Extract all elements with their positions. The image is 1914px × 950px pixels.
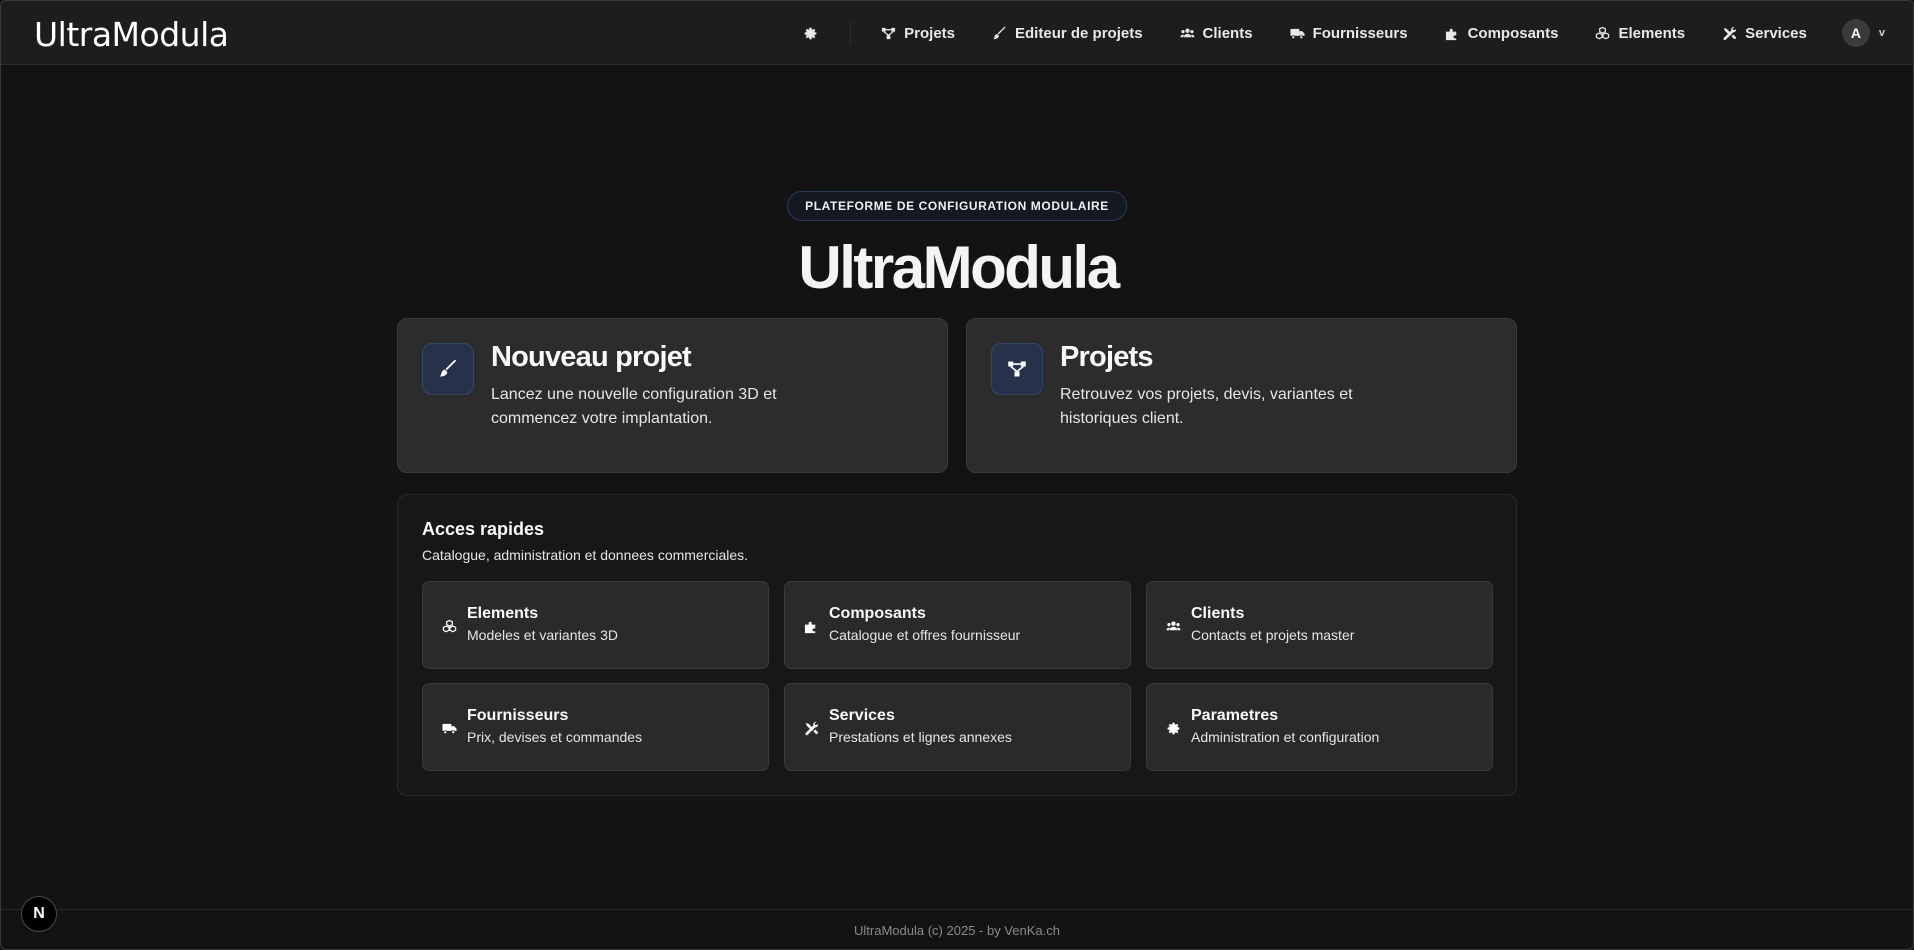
cubes-icon — [441, 618, 457, 634]
top-navbar: UltraModula Projets Editeur de projets C… — [1, 1, 1913, 65]
tile-title: Clients — [1191, 605, 1245, 622]
puzzle-icon — [803, 618, 819, 634]
quick-link-elements[interactable]: Elements Modeles et variantes 3D — [422, 581, 769, 669]
diagram-icon — [882, 27, 896, 39]
nav-item-projets[interactable]: Projets — [881, 25, 955, 42]
nav-item-label: Fournisseurs — [1312, 24, 1408, 42]
tile-title: Parametres — [1191, 707, 1279, 724]
gear-icon[interactable] — [800, 23, 820, 43]
nav-item-label: Projets — [904, 24, 956, 42]
page-title: UltraModula — [798, 234, 1120, 301]
tile-description: Catalogue et offres fournisseur — [829, 627, 1021, 643]
tools-icon — [803, 720, 819, 736]
gear-icon — [1165, 720, 1181, 736]
tile-title: Elements — [467, 605, 539, 622]
platform-badge: PLATEFORME DE CONFIGURATION MODULAIRE — [787, 191, 1127, 221]
brand-logo[interactable]: UltraModula — [34, 15, 229, 54]
card-title: Projets — [1060, 341, 1154, 373]
main-nav: Projets Editeur de projets Clients Fourn… — [800, 1, 1885, 65]
puzzle-icon — [1445, 28, 1456, 40]
card-description: Lancez une nouvelle configuration 3D et … — [491, 386, 777, 427]
quick-link-parametres[interactable]: Parametres Administration et configurati… — [1146, 683, 1493, 771]
nav-item-editeur[interactable]: Editeur de projets — [992, 25, 1143, 42]
truck-icon — [1290, 28, 1305, 39]
nav-item-label: Editeur de projets — [1015, 24, 1143, 42]
nav-item-label: Composants — [1467, 24, 1559, 42]
users-icon — [1165, 618, 1181, 634]
app-window: UltraModula Projets Editeur de projets C… — [0, 0, 1914, 950]
quick-link-composants[interactable]: Composants Catalogue et offres fournisse… — [784, 581, 1131, 669]
nav-item-clients[interactable]: Clients — [1180, 25, 1253, 42]
card-title: Nouveau projet — [491, 341, 692, 373]
nav-item-label: Services — [1745, 24, 1807, 42]
quick-link-services[interactable]: Services Prestations et lignes annexes — [784, 683, 1131, 771]
tile-title: Fournisseurs — [467, 707, 569, 724]
tile-description: Modeles et variantes 3D — [467, 627, 618, 643]
tile-description: Prestations et lignes annexes — [829, 729, 1012, 745]
nav-item-services[interactable]: Services — [1722, 25, 1807, 42]
nav-item-label: Elements — [1618, 24, 1686, 42]
dev-tools-button[interactable]: N — [21, 896, 57, 932]
tile-description: Administration et configuration — [1191, 729, 1380, 745]
brush-icon — [993, 25, 1006, 39]
nav-item-composants[interactable]: Composants — [1445, 24, 1559, 42]
avatar[interactable]: A — [1841, 19, 1870, 47]
tile-description: Prix, devises et commandes — [467, 729, 643, 745]
tile-description: Contacts et projets master — [1191, 627, 1355, 643]
projects-card[interactable]: Projets Retrouvez vos projets, devis, va… — [966, 318, 1517, 473]
users-icon — [1180, 28, 1195, 37]
nav-item-label: Clients — [1202, 24, 1253, 42]
card-description: Retrouvez vos projets, devis, variantes … — [1060, 386, 1353, 427]
tile-title: Services — [829, 707, 895, 724]
quick-access-title: Acces rapides — [422, 519, 545, 539]
tools-icon — [1723, 26, 1737, 40]
diagram-icon — [991, 343, 1043, 395]
nav-divider — [850, 21, 852, 45]
quick-access-panel: Acces rapides Catalogue, administration … — [397, 494, 1517, 796]
new-project-card[interactable]: Nouveau projet Lancez une nouvelle confi… — [397, 318, 948, 473]
footer: UltraModula (c) 2025 - by VenKa.ch — [1, 909, 1913, 949]
nav-item-fournisseurs[interactable]: Fournisseurs — [1290, 25, 1408, 42]
nav-item-elements[interactable]: Elements — [1595, 25, 1685, 42]
cubes-icon — [1596, 26, 1610, 39]
brush-icon — [422, 343, 474, 395]
quick-access-subtitle: Catalogue, administration et donnees com… — [422, 547, 749, 563]
footer-text: UltraModula (c) 2025 - by VenKa.ch — [854, 923, 1060, 938]
quick-link-fournisseurs[interactable]: Fournisseurs Prix, devises et commandes — [422, 683, 769, 771]
quick-link-clients[interactable]: Clients Contacts et projets master — [1146, 581, 1493, 669]
user-menu[interactable]: A v — [1841, 19, 1885, 47]
chevron-down-icon[interactable]: v — [1879, 27, 1885, 39]
tile-title: Composants — [829, 605, 926, 622]
truck-icon — [441, 720, 457, 736]
